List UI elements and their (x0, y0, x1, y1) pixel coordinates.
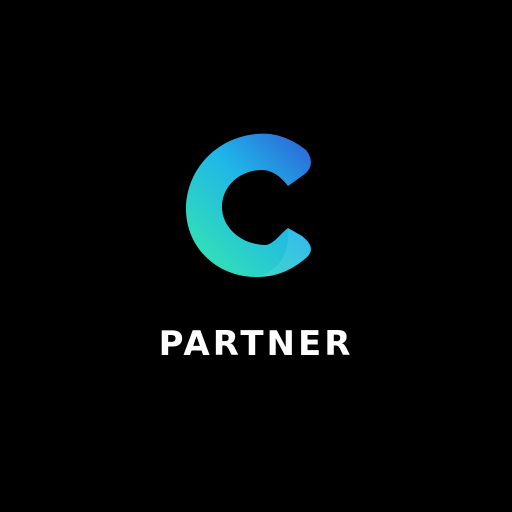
c-letter-logo-icon (186, 133, 311, 278)
partner-label: PARTNER (158, 324, 354, 364)
splash-screen: PARTNER (0, 0, 512, 512)
